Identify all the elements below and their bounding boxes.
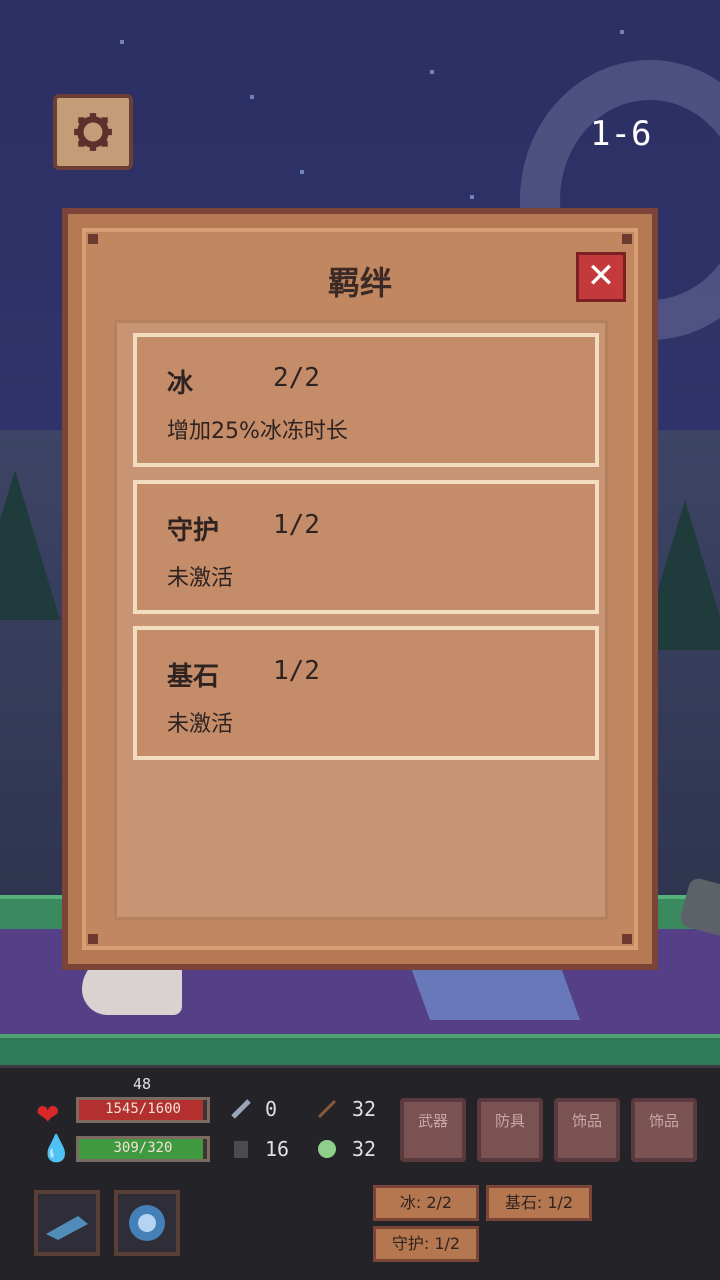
heart-icon: ❤	[36, 1098, 60, 1131]
accessory-slot-2[interactable]: 饰品	[631, 1098, 697, 1162]
mp-bar: 309/320	[76, 1136, 210, 1162]
hp-text: 1545/1600	[105, 1101, 181, 1117]
gear-icon	[74, 113, 112, 151]
bottom-hud: 48 ❤ 1545/1600 💧 309/320 0 16 32 32 武器 防…	[0, 1065, 720, 1280]
slot-label: 防具	[494, 1112, 525, 1130]
bond-list[interactable]: 冰 2/2 增加25%冰冻时长 守护 1/2 未激活 基石 1/2 未激活	[114, 320, 608, 920]
ice-arrow-icon	[46, 1216, 88, 1240]
armor-icon	[234, 1141, 248, 1158]
weapon-slot[interactable]: 武器	[400, 1098, 466, 1162]
bond-card-guard: 守护 1/2 未激活	[133, 480, 599, 614]
bond-tag-guard[interactable]: 守护: 1/2	[373, 1226, 479, 1262]
mp-text: 309/320	[113, 1140, 173, 1156]
bond-count: 1/2	[273, 510, 320, 540]
bond-description: 未激活	[167, 566, 234, 591]
settings-button[interactable]	[53, 94, 133, 170]
sword-icon	[231, 1099, 251, 1119]
bond-name: 守护	[167, 516, 220, 546]
close-button[interactable]: ✕	[576, 252, 626, 302]
bond-card-cornerstone: 基石 1/2 未激活	[133, 626, 599, 760]
ground-edge	[0, 1034, 720, 1065]
slot-label: 饰品	[571, 1112, 602, 1130]
accessory-slot-1[interactable]: 饰品	[554, 1098, 620, 1162]
range-value: 32	[352, 1097, 377, 1121]
armor-slot[interactable]: 防具	[477, 1098, 543, 1162]
stage-indicator: 1-6	[590, 114, 652, 154]
bond-tag-cornerstone[interactable]: 基石: 1/2	[486, 1185, 592, 1221]
bond-description: 未激活	[167, 712, 234, 737]
water-drop-icon: 💧	[40, 1134, 73, 1164]
spear-icon	[317, 1099, 337, 1119]
bond-name: 冰	[167, 369, 194, 399]
ice-orb-icon	[129, 1205, 165, 1241]
bond-description: 增加25%冰冻时长	[167, 419, 348, 444]
bond-name: 基石	[167, 662, 220, 692]
bond-dialog: 羁绊 ✕ 冰 2/2 增加25%冰冻时长 守护 1/2 未激活 基石 1/2 未…	[62, 208, 658, 970]
bond-tag-ice[interactable]: 冰: 2/2	[373, 1185, 479, 1221]
skill-slot-ice-arrow[interactable]	[34, 1190, 100, 1256]
dialog-title: 羁绊	[327, 264, 392, 302]
speed-value: 32	[352, 1137, 377, 1161]
skill-slot-ice-orb[interactable]	[114, 1190, 180, 1256]
hp-bar: 1545/1600	[76, 1097, 210, 1123]
player-level: 48	[133, 1075, 152, 1093]
orb-icon	[318, 1140, 336, 1158]
bond-count: 2/2	[273, 363, 320, 393]
defense-value: 16	[265, 1137, 290, 1161]
slot-label: 饰品	[648, 1112, 679, 1130]
ice-effect	[409, 965, 581, 1020]
slot-label: 武器	[417, 1112, 448, 1130]
bond-count: 1/2	[273, 656, 320, 686]
attack-value: 0	[265, 1097, 278, 1121]
bond-card-ice: 冰 2/2 增加25%冰冻时长	[133, 333, 599, 467]
